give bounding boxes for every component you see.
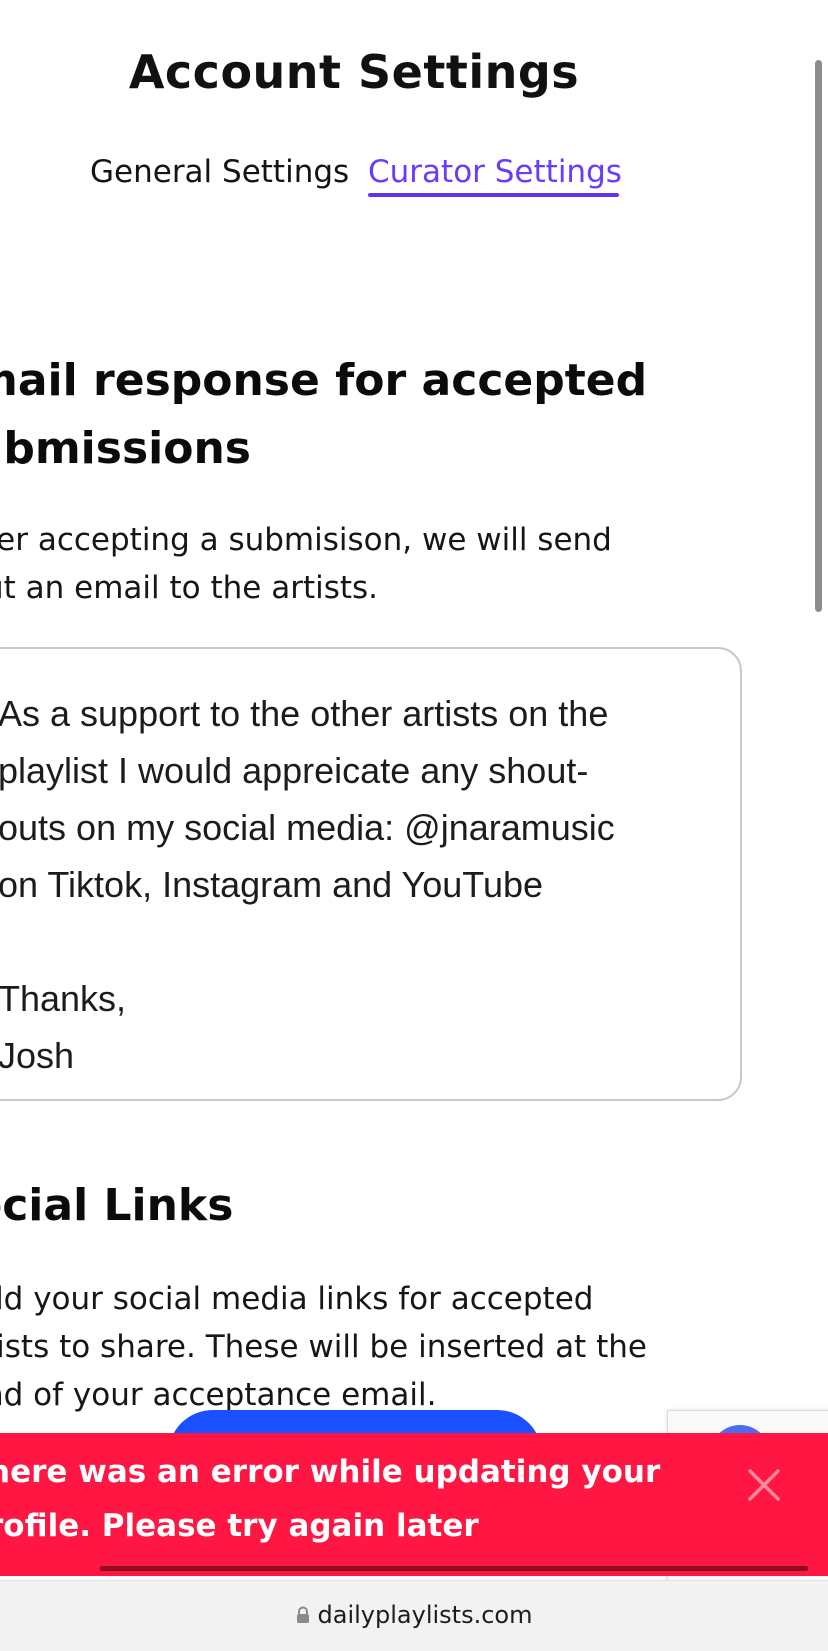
email-response-textarea[interactable]: As a support to the other artists on the… [0, 647, 742, 1101]
page-title: Account Settings [128, 45, 580, 99]
email-response-heading-line1: mail response for accepted [0, 355, 648, 406]
tab-curator-settings[interactable]: Curator Settings [368, 150, 622, 194]
social-links-description-line1: dd your social media links for accepted [0, 1281, 594, 1317]
url-display[interactable]: dailyplaylists.com [0, 1599, 828, 1632]
active-tab-underline [368, 193, 619, 197]
email-response-heading-line2: ubmissions [0, 423, 251, 474]
email-response-description-line1: ter accepting a submisison, we will send [0, 522, 612, 558]
error-toast: here was an error while updating your ro… [0, 1433, 828, 1576]
toast-progress-bar [100, 1566, 808, 1571]
lock-icon [296, 1600, 310, 1632]
social-links-description-line2: tists to share. These will be inserted a… [0, 1329, 647, 1365]
email-response-description-line2: ut an email to the artists. [0, 570, 379, 606]
page-scrollbar[interactable] [815, 60, 822, 612]
social-links-description: dd your social media links for accepted … [0, 1275, 724, 1419]
email-response-text[interactable]: As a support to the other artists on the… [0, 685, 738, 1084]
close-icon [748, 1469, 780, 1501]
error-message: here was an error while updating your ro… [0, 1454, 661, 1544]
url-text: dailyplaylists.com [317, 1601, 533, 1629]
settings-tabs: General Settings Curator Settings [0, 150, 708, 200]
email-response-description: ter accepting a submisison, we will send… [0, 516, 724, 612]
tab-general-settings[interactable]: General Settings [90, 150, 349, 194]
social-links-heading: ocial Links [0, 1180, 234, 1231]
email-response-heading: mail response for accepted ubmissions [0, 347, 732, 483]
browser-address-bar[interactable]: dailyplaylists.com [0, 1580, 828, 1651]
close-toast-button[interactable] [742, 1463, 786, 1507]
